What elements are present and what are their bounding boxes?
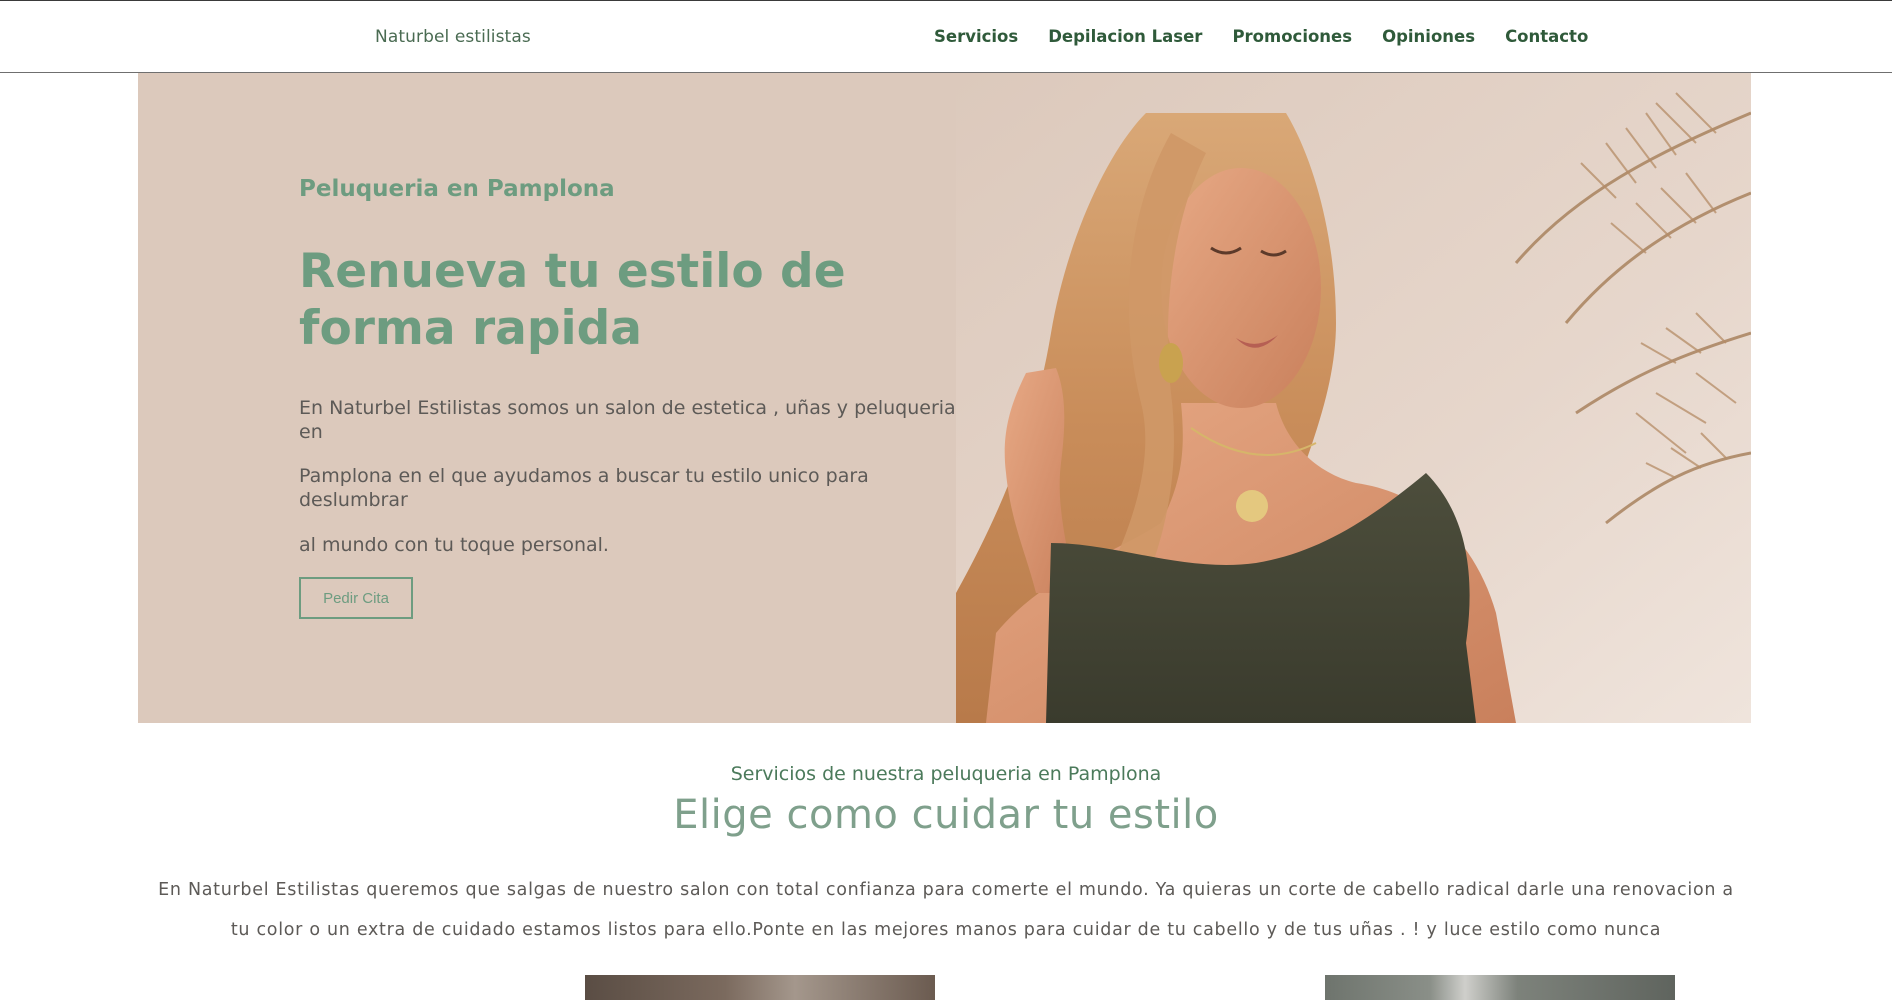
nav-item-opiniones[interactable]: Opiniones [1382,27,1475,46]
hero-kicker: Peluqueria en Pamplona [299,176,615,202]
main-nav: Servicios Depilacion Laser Promociones O… [934,27,1588,46]
hero-paragraph: Pamplona en el que ayudamos a buscar tu … [299,465,869,511]
services-title: Elige como cuidar tu estilo [673,792,1219,838]
hero-paragraph: En Naturbel Estilistas somos un salon de… [299,397,956,443]
nav-item-depilacion-laser[interactable]: Depilacion Laser [1048,27,1202,46]
hero-title: Renueva tu estilo de forma rapida [299,244,846,356]
nav-item-promociones[interactable]: Promociones [1232,27,1352,46]
hero-paragraph: al mundo con tu toque personal. [299,534,609,556]
services-description: En Naturbel Estilistas queremos que salg… [158,880,1734,940]
brand-logo-link[interactable]: Naturbel estilistas [375,27,531,47]
nav-item-contacto[interactable]: Contacto [1505,27,1588,46]
pedir-cita-button[interactable]: Pedir Cita [299,577,413,619]
hero-woman-photo [956,73,1751,723]
hero-section: Peluqueria en Pamplona Renueva tu estilo… [138,73,1751,723]
service-thumbnail[interactable] [1325,975,1675,1000]
site-header: Naturbel estilistas Servicios Depilacion… [0,0,1892,73]
services-kicker: Servicios de nuestra peluqueria en Pampl… [730,763,1162,785]
nav-item-servicios[interactable]: Servicios [934,27,1018,46]
service-thumbnail[interactable] [585,975,935,1000]
